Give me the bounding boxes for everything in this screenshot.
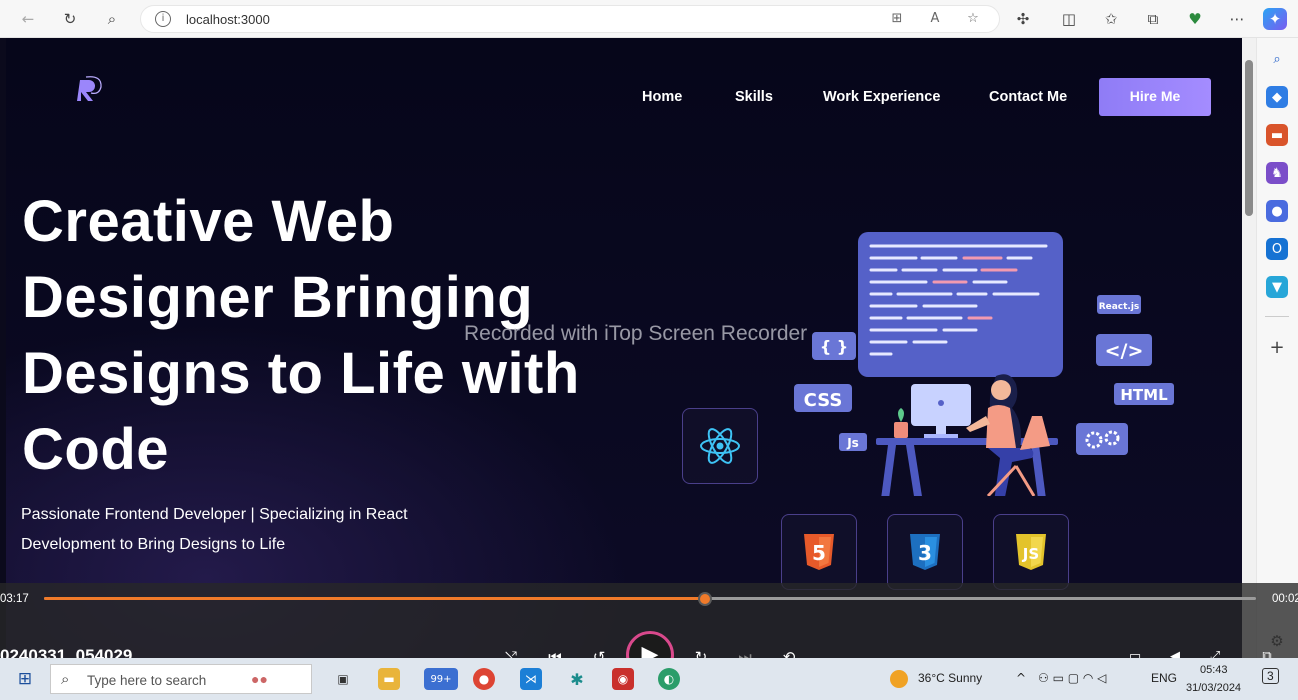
developer-illustration: { } CSS Js React.js </> HTML — [794, 232, 1174, 496]
elapsed-time: 03:17 — [0, 593, 29, 605]
braces-tag: { } — [820, 337, 848, 356]
app-icon[interactable]: ✱ — [566, 668, 588, 690]
code-tag: </> — [1105, 340, 1144, 362]
css-tag: CSS — [804, 390, 843, 411]
html5-icon: 5 — [804, 534, 834, 570]
html5-card: 5 — [781, 514, 857, 590]
css3-card: 3 — [887, 514, 963, 590]
nav-work-experience[interactable]: Work Experience — [823, 89, 940, 105]
add-icon[interactable]: + — [1266, 336, 1288, 358]
shopping-icon[interactable]: ◆ — [1266, 86, 1288, 108]
site-logo-icon[interactable] — [76, 74, 106, 104]
favorites-icon[interactable]: ✩ — [1098, 7, 1124, 31]
performance-icon[interactable]: ♥ — [1182, 7, 1208, 31]
react-icon — [700, 428, 740, 464]
web-page: Home Skills Work Experience Contact Me H… — [6, 38, 1242, 658]
mail-badge-count: 99+ — [430, 673, 452, 685]
hero-title-line: Code — [22, 417, 169, 482]
search-placeholder: Type here to search — [87, 673, 207, 688]
react-tag: React.js — [1099, 302, 1140, 312]
tray-icons[interactable]: ⚇ ▭ ▢ ◠ ◁ — [1038, 671, 1106, 685]
css3-icon: 3 — [910, 534, 940, 570]
copilot-icon[interactable]: ✦ — [1263, 8, 1287, 30]
recorder-icon[interactable]: ◉ — [612, 668, 634, 690]
js-card: JS — [993, 514, 1069, 590]
drop-icon[interactable]: ▼ — [1266, 276, 1288, 298]
more-icon[interactable]: ⋯ — [1224, 7, 1250, 31]
weather-text[interactable]: 36°C Sunny — [918, 671, 982, 685]
html5-label: 5 — [812, 541, 826, 565]
split-screen-icon[interactable]: ◫ — [1056, 7, 1082, 31]
collections-icon[interactable]: ⧉ — [1140, 7, 1166, 31]
clock-time[interactable]: 05:43 — [1200, 664, 1228, 676]
extensions-icon[interactable]: ✣ — [1010, 7, 1036, 31]
seek-progress — [44, 597, 705, 600]
language-indicator[interactable]: ENG — [1151, 671, 1177, 685]
weather-icon[interactable] — [890, 670, 908, 688]
url-text: localhost:3000 — [186, 12, 270, 27]
browser-toolbar: ← ↻ ⌕ i localhost:3000 ⊞ A ☆ ✣ ◫ ✩ ⧉ ♥ ⋯… — [0, 0, 1298, 38]
refresh-icon[interactable]: ↻ — [57, 7, 83, 31]
js-tag: Js — [846, 436, 859, 450]
hero-subtitle: Passionate Frontend Developer | Speciali… — [21, 500, 461, 560]
hero-subtitle-line: Passionate Frontend Developer | Speciali… — [21, 506, 408, 523]
address-bar[interactable]: i localhost:3000 ⊞ A ☆ — [140, 5, 1000, 33]
taskbar-search[interactable]: ⌕ Type here to search ●● — [50, 664, 312, 694]
css3-label: 3 — [918, 541, 932, 565]
react-card — [682, 408, 758, 484]
favorite-star-icon[interactable]: ☆ — [963, 11, 983, 29]
notifications-icon[interactable]: 3 — [1262, 668, 1279, 684]
outlook-icon[interactable]: O — [1266, 238, 1288, 260]
edge-sidebar: ⌕ ◆ ▬ ♞ ● O ▼ + ⚙ — [1256, 38, 1298, 658]
mail-badge-icon[interactable]: 99+ — [424, 668, 458, 690]
clock-date[interactable]: 31/03/2024 — [1186, 682, 1241, 694]
nav-skills[interactable]: Skills — [735, 89, 773, 105]
tools-icon[interactable]: ▬ — [1266, 124, 1288, 146]
easter-eggs-icon: ●● — [251, 671, 268, 687]
back-icon[interactable]: ← — [15, 7, 41, 31]
js-label: JS — [1022, 545, 1039, 563]
seek-bar[interactable] — [44, 592, 1256, 606]
notification-count: 3 — [1267, 669, 1274, 683]
nav-contact-me[interactable]: Contact Me — [989, 89, 1067, 105]
total-time: 00:02 — [1272, 593, 1298, 605]
search-icon[interactable]: ⌕ — [99, 7, 125, 31]
js-icon: JS — [1016, 534, 1046, 570]
taskbar: ⊞ ⌕ Type here to search ●● ▣ ▬ 99+ ● ⋊ ✱… — [0, 658, 1298, 700]
office-icon[interactable]: ● — [1266, 200, 1288, 222]
edge-icon[interactable]: ◐ — [658, 668, 680, 690]
read-aloud-icon[interactable]: A — [925, 11, 945, 29]
nav-home[interactable]: Home — [642, 89, 682, 105]
seek-thumb[interactable] — [697, 592, 712, 606]
hero-title-line: Creative Web — [22, 189, 395, 254]
html-tag: HTML — [1120, 386, 1168, 404]
windows-start-icon[interactable]: ⊞ — [14, 668, 36, 690]
sidebar-divider — [1265, 316, 1289, 317]
chrome-icon[interactable]: ● — [473, 668, 495, 690]
search-icon[interactable]: ⌕ — [1266, 48, 1288, 70]
scrollbar-thumb[interactable] — [1245, 60, 1253, 216]
search-icon: ⌕ — [61, 670, 70, 688]
hero-subtitle-line: Development to Bring Designs to Life — [21, 536, 286, 553]
media-player: 03:17 00:02 0240331_054029 ⤭ ⏮ ↺10 ▶ ↻30… — [0, 583, 1298, 679]
apps-icon[interactable]: ⊞ — [887, 11, 907, 29]
tray-arrow-icon[interactable]: ^ — [1016, 671, 1026, 685]
page-scrollbar[interactable] — [1242, 38, 1256, 658]
file-explorer-icon[interactable]: ▬ — [378, 668, 400, 690]
task-view-icon[interactable]: ▣ — [332, 668, 354, 690]
hero-title-line: Designs to Life with — [22, 341, 580, 406]
vscode-icon[interactable]: ⋊ — [520, 668, 542, 690]
hire-me-button[interactable]: Hire Me — [1099, 78, 1211, 116]
info-icon[interactable]: i — [155, 11, 171, 27]
games-icon[interactable]: ♞ — [1266, 162, 1288, 184]
recorder-watermark: Recorded with iTop Screen Recorder — [464, 322, 808, 345]
